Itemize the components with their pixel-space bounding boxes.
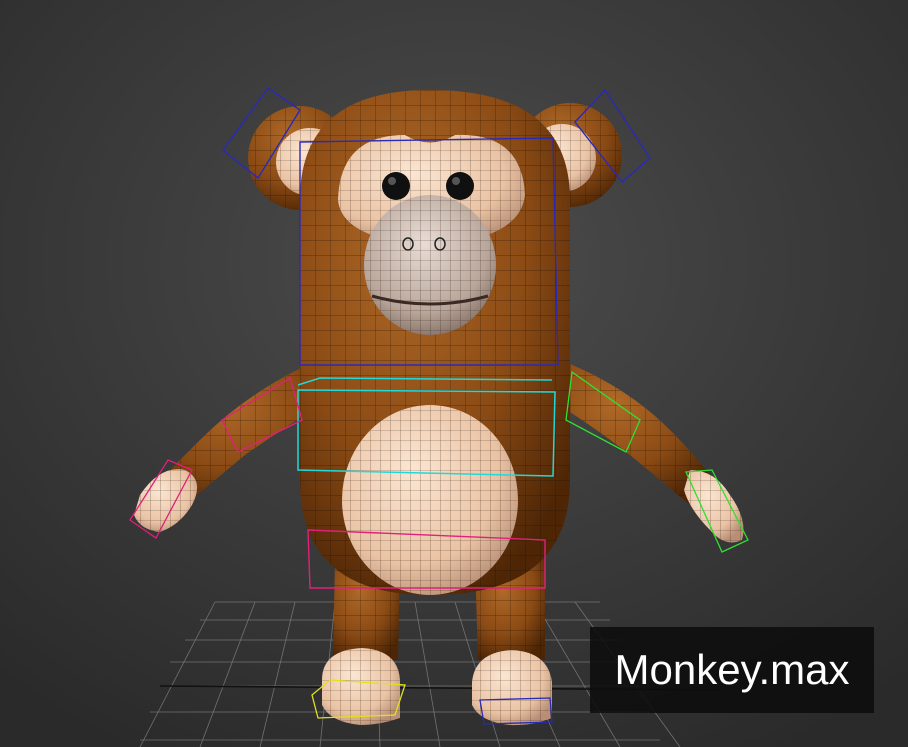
3d-viewport[interactable]: Monkey.max <box>0 0 908 747</box>
file-name-label: Monkey.max <box>590 627 874 713</box>
left-eye <box>382 172 410 200</box>
muzzle <box>364 195 496 335</box>
belly-patch <box>342 405 518 595</box>
right-eye <box>446 172 474 200</box>
